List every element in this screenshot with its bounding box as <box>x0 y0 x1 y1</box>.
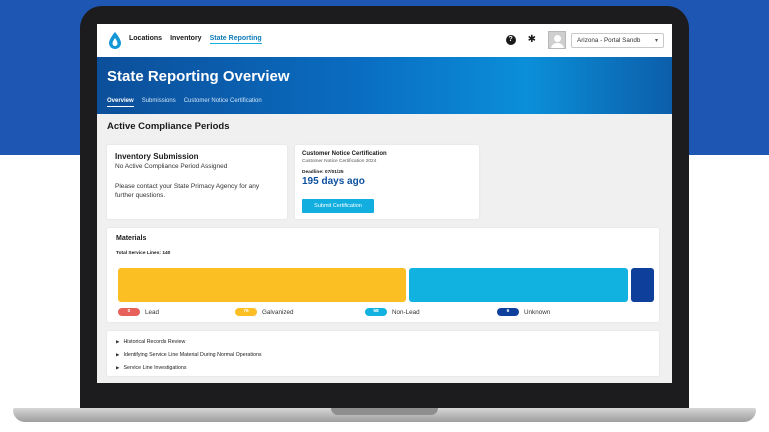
tab-submissions[interactable]: Submissions <box>142 98 176 107</box>
inventory-card-title: Inventory Submission <box>115 152 199 161</box>
top-navigation: Locations Inventory State Reporting ? ✱ … <box>97 24 672 57</box>
user-avatar-icon[interactable] <box>548 31 566 49</box>
inventory-submission-card: Inventory Submission No Active Complianc… <box>107 145 287 219</box>
materials-title: Materials <box>116 235 147 242</box>
legend-item-galvanized: 76 Galvanized <box>235 308 294 316</box>
legend-item-lead: 0 Lead <box>118 308 159 316</box>
legend-count-badge: 6 <box>497 308 519 316</box>
accordion-item-label: Identifying Service Line Material During… <box>123 351 262 358</box>
tab-overview[interactable]: Overview <box>107 98 134 107</box>
legend-item-non-lead: 58 Non-Lead <box>365 308 420 316</box>
submit-certification-button[interactable]: Submit Certification <box>302 199 374 213</box>
accordion-item-identifying-material[interactable]: ▶ Identifying Service Line Material Duri… <box>116 348 650 361</box>
nav-link-state-reporting[interactable]: State Reporting <box>209 35 262 44</box>
materials-bar-chart <box>118 268 654 302</box>
nav-link-inventory[interactable]: Inventory <box>170 35 202 44</box>
caret-right-icon: ▶ <box>116 364 120 370</box>
legend-count-badge: 0 <box>118 308 140 316</box>
legend-label: Lead <box>145 308 160 316</box>
compliance-heading: Active Compliance Periods <box>107 121 230 132</box>
hero-tabs: Overview Submissions Customer Notice Cer… <box>107 98 262 107</box>
caret-right-icon: ▶ <box>116 351 120 357</box>
bar-unknown[interactable] <box>631 268 654 302</box>
accordion-item-label: Historical Records Review <box>123 338 186 345</box>
nav-right-controls: ? ✱ Arizona - Portal Sandb ▾ <box>505 31 664 49</box>
organization-select-value: Arizona - Portal Sandb <box>577 36 641 44</box>
app-screen: Locations Inventory State Reporting ? ✱ … <box>97 24 672 383</box>
customer-notice-subtitle: Customer Notice Certification 2024 <box>302 159 377 164</box>
bar-galvanized[interactable] <box>118 268 406 302</box>
help-icon[interactable]: ? <box>505 35 516 45</box>
inventory-card-subtitle: No Active Compliance Period Assigned <box>115 163 228 170</box>
legend-count-badge: 76 <box>235 308 257 316</box>
caret-right-icon: ▶ <box>116 338 120 344</box>
inventory-card-message: Please contact your State Primacy Agency… <box>115 183 260 199</box>
accordion-item-label: Service Line Investigations <box>123 364 187 371</box>
legend-label: Galvanized <box>262 308 294 316</box>
materials-total: Total Service Lines: 140 <box>116 251 170 256</box>
customer-notice-card: Customer Notice Certification Customer N… <box>295 145 479 219</box>
legend-label: Non-Lead <box>392 308 420 316</box>
materials-total-value: 140 <box>162 251 171 256</box>
droplet-logo-icon[interactable] <box>109 32 121 49</box>
legend-item-unknown: 6 Unknown <box>497 308 550 316</box>
accordion-item-historical-records[interactable]: ▶ Historical Records Review <box>116 335 650 348</box>
customer-notice-title: Customer Notice Certification <box>302 151 387 157</box>
organization-select[interactable]: Arizona - Portal Sandb ▾ <box>571 32 664 48</box>
nav-links: Locations Inventory State Reporting <box>129 35 262 44</box>
gear-icon[interactable]: ✱ <box>528 35 536 45</box>
accordion-item-investigations[interactable]: ▶ Service Line Investigations <box>116 361 650 374</box>
laptop-notch <box>331 408 438 415</box>
hero-banner: State Reporting Overview Overview Submis… <box>97 57 672 114</box>
nav-link-locations[interactable]: Locations <box>129 35 162 44</box>
legend-count-badge: 58 <box>365 308 387 316</box>
materials-total-label: Total Service Lines: <box>116 251 161 256</box>
tab-customer-notice-certification[interactable]: Customer Notice Certification <box>184 98 262 107</box>
accordion-card: ▶ Historical Records Review ▶ Identifyin… <box>107 331 659 376</box>
legend-label: Unknown <box>524 308 551 316</box>
page-title: State Reporting Overview <box>107 68 290 85</box>
customer-notice-days: 195 days ago <box>302 176 365 187</box>
chevron-down-icon: ▾ <box>654 37 658 44</box>
bar-non-lead[interactable] <box>408 268 629 302</box>
customer-notice-deadline: Deadline: 07/01/25 <box>302 170 344 175</box>
materials-legend: 0 Lead 76 Galvanized 58 Non-Lead 6 Unknown <box>118 308 654 317</box>
materials-card: Materials Total Service Lines: 140 0 Lead… <box>107 228 659 322</box>
